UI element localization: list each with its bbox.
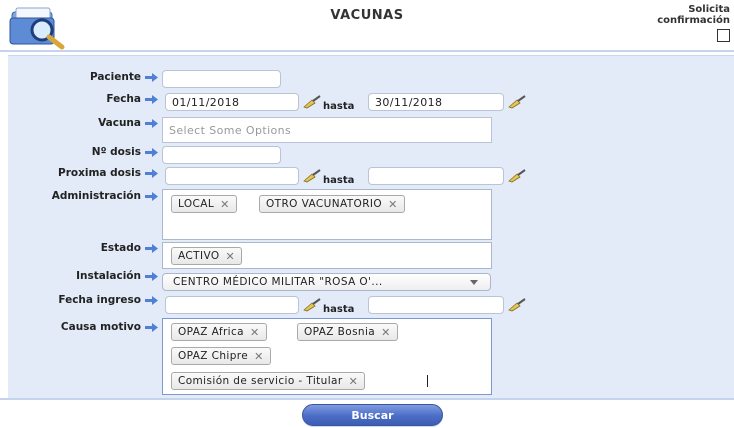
confirm-label: Solicita [688,4,730,15]
n-dosis-label-text: Nº dosis [91,146,141,158]
arrow-right-icon [145,94,158,104]
instalacion-selected: CENTRO MÉDICO MILITAR "ROSA O'... [173,276,383,288]
proxima-dosis-hasta-label: hasta [323,175,355,186]
chip-label: OPAZ Bosnia [304,326,376,338]
fecha-ingreso-hasta-label: hasta [323,304,355,315]
fecha-label: Fecha [8,92,158,106]
estado-multiselect[interactable]: ACTIVO ✕ [162,242,492,269]
arrow-right-icon [145,243,158,253]
proxima-dosis-label: Proxima dosis [8,166,158,180]
estado-label-text: Estado [100,242,141,254]
paciente-label-text: Paciente [89,71,141,83]
administracion-multiselect[interactable]: LOCAL ✕ OTRO VACUNATORIO ✕ [162,189,492,240]
search-button[interactable]: Buscar [302,404,443,426]
arrow-right-icon [145,191,158,201]
fecha-to-input[interactable]: 30/11/2018 [368,93,504,111]
fecha-ingreso-to-input[interactable] [368,296,504,314]
chip-label: Comisión de servicio - Titular [178,375,343,387]
close-icon[interactable]: ✕ [226,250,236,263]
fecha-hasta-label: hasta [323,101,355,112]
text-caret [427,375,428,387]
arrow-right-icon [145,295,158,305]
footer-divider [0,398,734,400]
close-icon[interactable]: ✕ [254,350,264,363]
close-icon[interactable]: ✕ [220,198,230,211]
chevron-down-icon [470,280,478,285]
chip-comision-servicio-titular[interactable]: Comisión de servicio - Titular ✕ [171,372,366,390]
chip-label: OPAZ Chipre [178,350,249,362]
search-form: Paciente Fecha 01/11/2018 hasta 30/11/20… [8,55,734,399]
chip-opaz-bosnia[interactable]: OPAZ Bosnia ✕ [297,323,398,341]
fecha-label-text: Fecha [106,93,141,105]
broom-icon[interactable] [508,95,526,109]
arrow-right-icon [145,271,158,281]
chip-label: OPAZ Africa [178,326,244,338]
chip-local[interactable]: LOCAL ✕ [171,195,237,213]
paciente-input[interactable] [162,70,281,88]
close-icon[interactable]: ✕ [381,326,391,339]
administracion-label: Administración [8,189,158,203]
fecha-from-input[interactable]: 01/11/2018 [165,93,299,111]
close-icon[interactable]: ✕ [388,198,398,211]
proxima-dosis-from-input[interactable] [165,167,299,185]
paciente-label: Paciente [8,70,158,84]
fecha-ingreso-label-text: Fecha ingreso [58,294,141,306]
n-dosis-input[interactable] [162,146,281,164]
confirm-label-2: confirmación [657,15,730,26]
fecha-ingreso-label: Fecha ingreso [8,293,158,307]
close-icon[interactable]: ✕ [349,375,359,388]
instalacion-select[interactable]: CENTRO MÉDICO MILITAR "ROSA O'... [162,273,491,291]
estado-label: Estado [8,241,158,255]
chip-activo[interactable]: ACTIVO ✕ [171,247,243,265]
vacuna-multiselect[interactable]: Select Some Options [162,117,492,143]
proxima-dosis-label-text: Proxima dosis [58,167,141,179]
chip-label: LOCAL [178,198,215,210]
vacuna-placeholder: Select Some Options [169,123,292,137]
page-title: VACUNAS [330,8,404,23]
confirm-request: Solicita confirmación [657,4,730,45]
causa-motivo-multiselect[interactable]: OPAZ Africa ✕ OPAZ Bosnia ✕ OPAZ Chipre ✕ C… [162,318,492,395]
chip-label: OTRO VACUNATORIO [266,198,383,210]
administracion-label-text: Administración [51,190,141,202]
header-divider [0,50,734,52]
close-icon[interactable]: ✕ [250,326,260,339]
arrow-right-icon [145,168,158,178]
proxima-dosis-to-input[interactable] [368,167,504,185]
causa-motivo-label-text: Causa motivo [60,321,141,333]
broom-icon[interactable] [303,169,321,183]
vacuna-label-text: Vacuna [98,117,141,129]
chip-label: ACTIVO [178,250,220,262]
causa-motivo-label: Causa motivo [8,320,158,334]
arrow-right-icon [145,72,158,82]
header: VACUNAS Solicita confirmación [0,0,734,50]
vacuna-label: Vacuna [8,116,158,130]
instalacion-label: Instalación [8,269,158,283]
broom-icon[interactable] [303,298,321,312]
chip-opaz-chipre[interactable]: OPAZ Chipre ✕ [171,347,271,365]
arrow-right-icon [145,147,158,157]
instalacion-label-text: Instalación [76,270,141,282]
n-dosis-label: Nº dosis [8,145,158,159]
arrow-right-icon [145,322,158,332]
confirm-checkbox[interactable] [717,29,730,42]
fecha-ingreso-from-input[interactable] [165,296,299,314]
broom-icon[interactable] [508,298,526,312]
broom-icon[interactable] [508,169,526,183]
chip-opaz-africa[interactable]: OPAZ Africa ✕ [171,323,267,341]
broom-icon[interactable] [303,95,321,109]
arrow-right-icon [145,118,158,128]
chip-otro-vacunatorio[interactable]: OTRO VACUNATORIO ✕ [259,195,405,213]
